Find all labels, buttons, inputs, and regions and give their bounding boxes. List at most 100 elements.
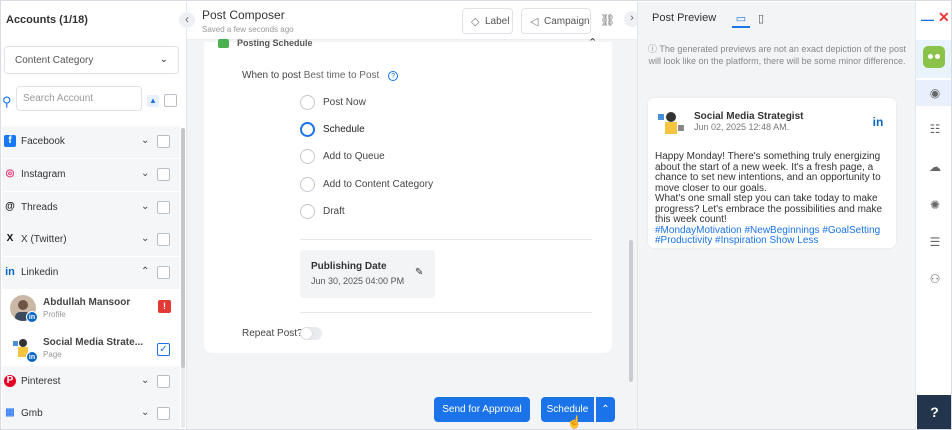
show-less-link[interactable]: Show Less [770, 235, 819, 246]
label-button[interactable]: ◇ Label [462, 8, 513, 34]
chevron-down-icon[interactable]: ⌄ [141, 168, 149, 179]
chevron-up-icon[interactable]: ⌃ [588, 36, 597, 49]
chevron-up-icon[interactable]: ⌃ [141, 266, 149, 277]
network-checkbox[interactable] [157, 201, 170, 214]
when-to-post: When to post Best time to Post ? [242, 70, 399, 81]
post-preview-card: Social Media Strategist Jun 02, 2025 12:… [648, 98, 896, 248]
linkedin-badge-icon: in [26, 351, 38, 363]
preview-notice: ⓘ The generated previews are not an exac… [648, 44, 906, 66]
schedule-options-chevron-up-icon[interactable]: ⌃ [596, 397, 615, 422]
network-row-facebook[interactable]: f Facebook ⌄ [2, 126, 180, 158]
sort-up-button[interactable]: ▲ [147, 95, 159, 107]
instagram-icon: ◎ [5, 168, 15, 179]
network-row-threads[interactable]: @ Threads ⌄ [2, 192, 180, 224]
list-icon[interactable]: ☰ [927, 234, 943, 250]
network-checkbox[interactable] [157, 266, 170, 279]
tag-icon: ◇ [471, 16, 480, 28]
account-type: Profile [43, 310, 66, 319]
app-frame: Accounts (1/18) ‹ Content Category ⌄ ⚲ S… [0, 0, 952, 430]
publishing-date-label: Publishing Date [311, 261, 387, 272]
best-time-link[interactable]: Best time to Post [304, 70, 380, 81]
divider [300, 239, 592, 240]
composer-header: Post Composer Saved a few seconds ago ◇ … [187, 2, 637, 40]
desktop-icon[interactable]: ▭ [732, 10, 750, 28]
network-checkbox[interactable] [157, 407, 170, 420]
network-row-x-twitter[interactable]: X X (Twitter) ⌄ [2, 224, 180, 256]
account-row[interactable]: in Abdullah Mansoor Profile ! [2, 290, 180, 330]
accounts-scrollbar[interactable] [181, 128, 185, 428]
chevron-down-icon[interactable]: ⌄ [141, 375, 149, 386]
radio-button[interactable] [300, 149, 315, 164]
repeat-post-toggle[interactable] [300, 327, 322, 340]
network-row-gmb[interactable]: ▦ Gmb ⌄ [2, 398, 180, 429]
calendar-icon [218, 39, 229, 49]
account-row[interactable]: in Social Media Strate... Page ✓ [2, 330, 180, 370]
network-checkbox[interactable] [157, 168, 170, 181]
comment-icon[interactable]: ☁ [927, 159, 943, 175]
content-category-select[interactable]: Content Category ⌄ [4, 46, 179, 74]
network-row-instagram[interactable]: ◎ Instagram ⌄ [2, 159, 180, 191]
label-button-text: Label [485, 16, 510, 27]
posting-schedule-card: Posting Schedule ⌃ When to post Best tim… [204, 37, 612, 353]
send-for-approval-button[interactable]: Send for Approval [434, 397, 530, 422]
radio-button[interactable] [300, 177, 315, 192]
publishing-date-box[interactable]: Publishing Date Jun 30, 2025 04:00 PM ✎ [300, 250, 435, 298]
network-row-linkedin[interactable]: in Linkedin ⌃ [2, 257, 180, 289]
radio-button-selected[interactable] [300, 122, 315, 137]
post-text: What's one small step you can take today… [655, 193, 883, 225]
preview-eye-icon[interactable]: ◉ [927, 85, 943, 101]
account-name: Social Media Strate... [43, 337, 144, 348]
link-icon[interactable]: ⛓ [600, 13, 615, 27]
collapse-panel-button[interactable]: ‹ [179, 12, 195, 28]
post-text: Happy Monday! There's something truly en… [655, 151, 881, 194]
checklist-icon[interactable]: ☷ [927, 121, 943, 137]
help-icon[interactable]: ? [388, 71, 399, 81]
saved-status: Saved a few seconds ago [202, 25, 294, 34]
section-title: Posting Schedule [237, 38, 313, 48]
facebook-icon: f [4, 135, 16, 147]
avatar [655, 107, 687, 139]
ai-assistant-button[interactable] [916, 40, 951, 78]
gmb-icon: ▦ [5, 407, 15, 418]
minimize-icon[interactable]: — [921, 12, 934, 27]
post-composer: Post Composer Saved a few seconds ago ◇ … [187, 2, 640, 429]
option-label: Add to Queue [323, 151, 385, 162]
account-checkbox-checked[interactable]: ✓ [157, 343, 170, 356]
chevron-down-icon[interactable]: ⌄ [141, 233, 149, 244]
network-row-pinterest[interactable]: P Pinterest ⌄ [2, 366, 180, 398]
help-button[interactable]: ? [917, 395, 951, 429]
network-name: X (Twitter) [21, 234, 67, 245]
edit-pencil-icon[interactable]: ✎ [415, 267, 423, 278]
radio-button[interactable] [300, 204, 315, 219]
network-checkbox[interactable] [157, 233, 170, 246]
network-checkbox[interactable] [157, 135, 170, 148]
mouse-cursor-icon: ☝ [567, 415, 582, 429]
lightbulb-icon[interactable]: ✺ [927, 197, 943, 213]
campaign-button[interactable]: ◁ Campaign [521, 8, 591, 34]
chevron-down-icon[interactable]: ⌄ [141, 201, 149, 212]
composer-title: Post Composer [202, 8, 285, 22]
close-icon[interactable]: ✕ [938, 9, 950, 26]
select-all-checkbox[interactable] [164, 94, 177, 107]
composer-scrollbar[interactable] [629, 240, 633, 382]
chevron-down-icon[interactable]: ⌄ [141, 407, 149, 418]
post-hashtags[interactable]: #MondayMotivation #NewBeginnings #GoalSe… [655, 225, 880, 247]
network-checkbox[interactable] [157, 375, 170, 388]
network-name: Instagram [21, 169, 66, 180]
divider [300, 312, 592, 313]
radio-button[interactable] [300, 95, 315, 110]
accounts-panel: Accounts (1/18) ‹ Content Category ⌄ ⚲ S… [2, 2, 195, 429]
mobile-icon[interactable]: ▯ [752, 10, 770, 28]
account-name: Abdullah Mansoor [43, 297, 131, 308]
chevron-down-icon[interactable]: ⌄ [141, 135, 149, 146]
megaphone-icon: ◁ [530, 16, 539, 28]
option-label: Draft [323, 206, 345, 217]
linkedin-badge-icon: in [26, 311, 38, 323]
robot-icon [923, 46, 945, 68]
search-account-input[interactable]: Search Account [16, 86, 142, 111]
notice-text: The generated previews are not an exact … [648, 44, 906, 66]
publishing-date-value: Jun 30, 2025 04:00 PM [311, 276, 405, 286]
team-icon[interactable]: ⚇ [927, 271, 943, 287]
warning-icon[interactable]: ! [158, 300, 171, 313]
linkedin-icon: in [872, 115, 884, 129]
